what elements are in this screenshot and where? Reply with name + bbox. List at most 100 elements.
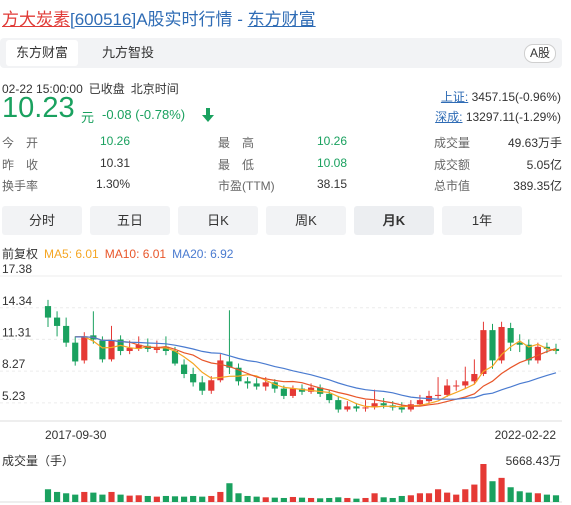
volume-bar <box>171 496 179 502</box>
volume-bar <box>199 496 206 502</box>
volume-bar <box>434 489 442 502</box>
ma20-label: MA20: 6.92 <box>172 247 234 261</box>
index-shanghai[interactable]: 上证: 3457.15(-0.96%) <box>441 88 561 105</box>
volume-bar <box>471 484 478 502</box>
volume-bar <box>108 491 115 502</box>
volume-bar <box>81 491 88 502</box>
volume-bar <box>389 497 396 502</box>
ma-legend: 前复权 MA5: 6.01 MA10: 6.01 MA20: 6.92 <box>2 245 239 262</box>
volume-bar <box>516 491 523 502</box>
candle-body <box>190 373 197 383</box>
title-suffix: A股实时行情 <box>136 10 233 29</box>
volume-bar <box>543 494 551 502</box>
volume-bar <box>99 494 106 502</box>
stat-value-open: 10.26 <box>99 134 130 148</box>
stat-value-high: 10.26 <box>316 134 347 148</box>
volume-bar <box>326 497 333 502</box>
volume-bar <box>407 495 414 502</box>
volume-bar <box>244 495 251 502</box>
x-end-label: 2022-02-22 <box>495 428 557 442</box>
candle-body <box>253 383 260 387</box>
stock-code-link[interactable]: [600516] <box>70 10 136 29</box>
period-intraday-button[interactable]: 分时 <box>2 206 82 235</box>
market-badge[interactable]: A股 <box>523 44 556 63</box>
adjust-label[interactable]: 前复权 <box>2 247 38 261</box>
stat-value-amount: 5.05亿 <box>526 158 562 172</box>
candle-body <box>72 342 79 362</box>
volume-bar <box>190 495 197 502</box>
candle-body <box>489 330 496 361</box>
candle-body <box>280 388 287 396</box>
volume-bar <box>498 477 505 502</box>
volume-label: 成交量（手） <box>2 454 75 468</box>
stat-label-open: 今 开 <box>2 136 39 150</box>
candle-body <box>99 340 106 360</box>
candle-body <box>262 382 269 387</box>
volume-bar <box>444 492 451 502</box>
y-tick-label: 11.31 <box>2 325 31 339</box>
volume-max-label: 5668.43万 <box>505 454 561 468</box>
tab-jiufang[interactable]: 九方智投 <box>92 40 164 66</box>
candle-body <box>362 407 369 409</box>
stat-value-turnover: 1.30% <box>95 177 130 191</box>
volume-bar <box>162 495 170 502</box>
candle-body <box>462 381 469 386</box>
candle-body <box>407 404 414 410</box>
candle-body <box>398 407 405 410</box>
y-tick-label: 14.34 <box>2 294 32 308</box>
ma10-label: MA10: 6.01 <box>104 247 167 261</box>
candle-body <box>416 400 424 405</box>
candle-body <box>63 325 70 343</box>
period-5day-button[interactable]: 五日 <box>90 206 170 235</box>
candle-body <box>180 364 188 374</box>
index-name[interactable]: 深成: <box>435 110 462 124</box>
stat-value-market-cap: 389.35亿 <box>513 179 562 193</box>
period-monthly-k-button[interactable]: 月K <box>354 206 434 235</box>
ma5-label: MA5: 6.01 <box>44 247 99 261</box>
volume-bar <box>208 495 215 502</box>
volume-bar <box>453 494 460 502</box>
kline-chart[interactable]: 17.38 14.34 11.31 8.27 5.23 2017-09-30 2022-02… <box>0 262 571 505</box>
volume-bar <box>90 492 97 502</box>
tab-dongfang[interactable]: 东方财富 <box>6 40 79 66</box>
candle-body <box>444 385 451 395</box>
stock-name-link[interactable]: 方大炭素 <box>2 10 70 29</box>
volume-bar <box>534 493 541 502</box>
index-value: 3457.15(-0.96%) <box>471 90 561 104</box>
volume-bar <box>126 495 133 502</box>
index-name[interactable]: 上证: <box>441 90 468 104</box>
volume-bar <box>525 492 532 502</box>
candle-body <box>326 393 333 401</box>
volume-bar <box>153 496 160 502</box>
period-selector: 分时 五日 日K 周K 月K 1年 <box>0 206 562 236</box>
stat-value-pe: 38.15 <box>316 177 347 191</box>
current-price: 10.23 <box>2 92 75 124</box>
candle-body <box>353 406 360 409</box>
period-daily-k-button[interactable]: 日K <box>178 206 258 235</box>
index-shenzhen[interactable]: 深成: 13297.11(-1.29%) <box>435 108 561 125</box>
volume-bar <box>144 495 151 502</box>
volume-bar <box>462 489 469 502</box>
stat-value-low: 10.08 <box>316 156 347 170</box>
volume-bar <box>371 493 378 502</box>
candle-body <box>434 394 442 396</box>
y-tick-label: 17.38 <box>2 262 32 276</box>
candle-body <box>380 403 387 406</box>
title-separator: - <box>232 10 248 29</box>
volume-bar <box>552 495 560 502</box>
site-name-link[interactable]: 东方财富 <box>248 10 316 29</box>
stat-label-amount: 成交额 <box>434 158 471 172</box>
volume-bar <box>307 497 315 502</box>
candle-body <box>81 336 88 361</box>
volume-bar <box>280 497 287 502</box>
volume-bar <box>507 487 514 502</box>
index-value: 13297.11(-1.29%) <box>465 110 561 124</box>
candle-body <box>507 328 514 343</box>
candle-body <box>480 330 487 374</box>
volume-bar <box>380 497 387 502</box>
candle-body <box>199 382 206 391</box>
price-unit: 元 <box>81 110 95 125</box>
period-1year-button[interactable]: 1年 <box>442 206 522 235</box>
stat-label-high: 最 高 <box>218 136 255 150</box>
period-weekly-k-button[interactable]: 周K <box>266 206 346 235</box>
